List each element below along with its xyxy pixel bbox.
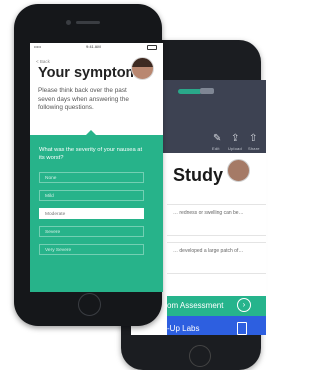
option-label: Severe <box>45 229 61 235</box>
avatar-hair <box>132 58 153 67</box>
back-list-card-text: … developed a large patch of… <box>173 248 244 254</box>
front-camera <box>66 20 71 25</box>
assessment-button-label: om Assessment <box>167 301 224 310</box>
back-page-title: Study <box>173 165 224 185</box>
back-home-button[interactable] <box>189 345 211 367</box>
front-speaker <box>76 21 100 24</box>
question-text: What was the severity of your nausea at … <box>39 147 143 161</box>
back-avatar[interactable] <box>227 159 250 182</box>
option-label: None <box>45 175 57 181</box>
labs-button[interactable]: -Up Labs <box>167 316 266 335</box>
back-list-card[interactable]: … redness or swelling can be… <box>167 204 266 236</box>
option-severe[interactable]: Severe <box>39 226 144 237</box>
option-moderate[interactable]: Moderate <box>39 208 144 219</box>
front-phone-screen: ••••• 9:41 AM < Back Your symptoms. Plea… <box>30 43 163 292</box>
status-bar: ••••• 9:41 AM <box>30 43 163 50</box>
back-list-card[interactable]: … developed a large patch of… <box>167 242 266 274</box>
assessment-button[interactable]: om Assessment › <box>167 296 266 316</box>
battery-icon <box>147 44 157 50</box>
back-list-card-text: … redness or swelling can be… <box>173 210 244 216</box>
upload-icon-label: Upload <box>228 146 242 151</box>
instructions-text: Please think back over the past seven da… <box>38 87 129 111</box>
edit-icon-label: Edit <box>212 146 220 151</box>
avatar[interactable] <box>131 57 154 80</box>
home-button[interactable] <box>78 293 101 316</box>
front-phone-device: ••••• 9:41 AM < Back Your symptoms. Plea… <box>14 4 163 326</box>
document-icon <box>237 322 247 335</box>
status-time: 9:41 AM <box>86 44 101 49</box>
upload-icon[interactable]: ⇪ <box>231 133 239 144</box>
option-very-severe[interactable]: Very Severe <box>39 244 144 255</box>
share-icon[interactable]: ⇧ <box>249 133 257 144</box>
share-icon-label: Share <box>248 146 260 151</box>
option-none[interactable]: None <box>39 172 144 183</box>
edit-icon[interactable]: ✎ <box>213 133 221 144</box>
assessment-arrow-icon: › <box>237 298 251 312</box>
option-label: Moderate <box>45 211 66 217</box>
labs-button-label: -Up Labs <box>167 324 200 333</box>
back-status-pill <box>178 89 202 94</box>
signal-indicator: ••••• <box>34 44 42 49</box>
option-label: Very Severe <box>45 247 72 253</box>
back-status-clock <box>200 88 214 94</box>
option-mild[interactable]: Mild <box>39 190 144 201</box>
option-label: Mild <box>45 193 54 199</box>
back-link[interactable]: < Back <box>36 59 50 64</box>
